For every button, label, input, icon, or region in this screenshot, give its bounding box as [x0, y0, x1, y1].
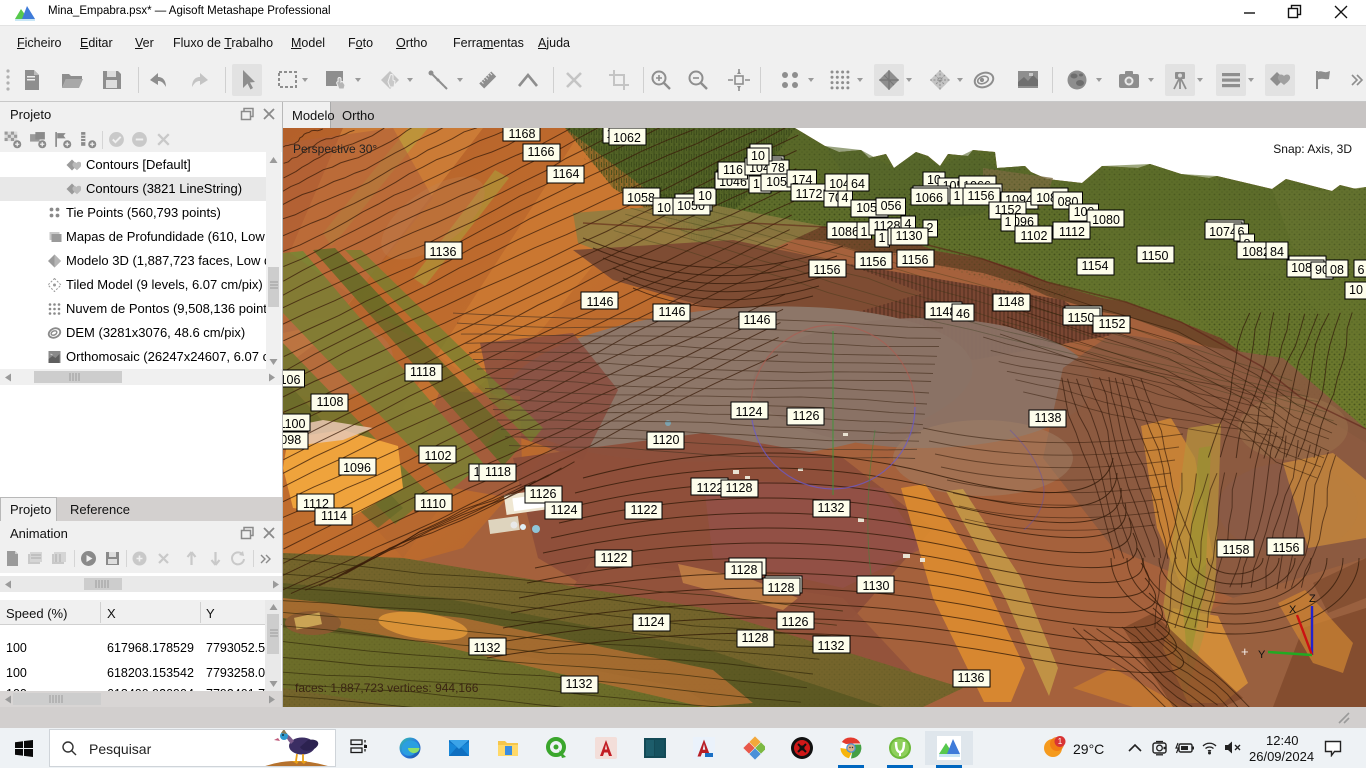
svg-text:1150: 1150	[1068, 311, 1095, 325]
svg-text:1074: 1074	[1209, 225, 1237, 239]
svg-text:Snap: Axis, 3D: Snap: Axis, 3D	[1273, 142, 1352, 156]
svg-text:78: 78	[771, 161, 785, 175]
svg-text:1132: 1132	[818, 501, 845, 515]
svg-text:1126: 1126	[793, 409, 820, 423]
svg-text:1122: 1122	[601, 551, 628, 565]
svg-text:1156: 1156	[860, 255, 887, 269]
svg-text:1124: 1124	[551, 503, 578, 517]
svg-text:1146: 1146	[659, 305, 686, 319]
svg-text:1126: 1126	[782, 615, 809, 629]
svg-text:4: 4	[842, 191, 849, 205]
svg-text:1: 1	[1005, 215, 1012, 229]
svg-text:08: 08	[1330, 263, 1344, 277]
svg-text:1086: 1086	[831, 225, 859, 239]
svg-text:1130: 1130	[863, 579, 890, 593]
svg-text:1122: 1122	[697, 481, 724, 495]
svg-text:1126: 1126	[530, 487, 557, 501]
svg-text:6: 6	[1358, 263, 1365, 277]
svg-text:1112: 1112	[1059, 225, 1085, 239]
svg-text:Perspective 30°: Perspective 30°	[293, 142, 377, 156]
svg-text:1128: 1128	[726, 481, 753, 495]
svg-text:1080: 1080	[1092, 213, 1120, 227]
svg-text:1124: 1124	[736, 405, 763, 419]
svg-text:1: 1	[861, 225, 868, 239]
svg-text:1156: 1156	[902, 253, 929, 267]
svg-text:84: 84	[1270, 245, 1284, 259]
svg-text:1132: 1132	[566, 677, 593, 691]
svg-text:1058: 1058	[627, 191, 655, 205]
svg-text:1120: 1120	[653, 433, 680, 447]
svg-text:faces: 1,887,723 vertices: 944: faces: 1,887,723 vertices: 944,166	[295, 681, 479, 695]
svg-text:1100: 1100	[283, 417, 305, 431]
svg-text:1118: 1118	[410, 365, 436, 379]
svg-text:1066: 1066	[915, 191, 943, 205]
svg-text:1122: 1122	[631, 503, 658, 517]
svg-text:1128: 1128	[742, 631, 769, 645]
svg-text:1128: 1128	[731, 563, 758, 577]
svg-text:1156: 1156	[968, 189, 995, 203]
svg-text:1102: 1102	[1021, 229, 1048, 243]
svg-text:1136: 1136	[430, 245, 457, 259]
svg-text:1168: 1168	[509, 128, 536, 141]
svg-text:X: X	[1289, 604, 1297, 616]
svg-text:1128: 1128	[768, 581, 795, 595]
svg-text:1164: 1164	[553, 167, 580, 181]
svg-text:1: 1	[879, 231, 886, 245]
svg-text:1136: 1136	[958, 671, 985, 685]
svg-text:1148: 1148	[998, 295, 1025, 309]
svg-text:10: 10	[1349, 283, 1363, 297]
svg-text:1166: 1166	[528, 145, 555, 159]
svg-text:1132: 1132	[818, 639, 845, 653]
svg-text:106: 106	[283, 373, 300, 387]
svg-text:1130: 1130	[896, 229, 923, 243]
svg-text:1096: 1096	[343, 461, 371, 475]
svg-text:1: 1	[954, 189, 961, 203]
svg-text:1118: 1118	[485, 465, 511, 479]
svg-text:1108: 1108	[317, 395, 344, 409]
svg-text:1138: 1138	[1035, 411, 1062, 425]
svg-text:1172: 1172	[796, 187, 823, 201]
svg-text:Z: Z	[1309, 593, 1316, 605]
svg-text:1156: 1156	[814, 263, 841, 277]
svg-text:10: 10	[751, 149, 765, 163]
svg-text:1062: 1062	[613, 131, 641, 145]
svg-text:+: +	[1241, 644, 1249, 659]
svg-text:056: 056	[881, 199, 902, 213]
svg-text:10: 10	[657, 201, 671, 215]
svg-text:1110: 1110	[420, 497, 446, 511]
svg-text:1158: 1158	[1223, 543, 1250, 557]
svg-text:1132: 1132	[474, 641, 501, 655]
svg-text:1152: 1152	[1099, 317, 1126, 331]
svg-text:46: 46	[956, 307, 970, 321]
svg-text:10: 10	[698, 189, 712, 203]
svg-text:1114: 1114	[321, 509, 347, 523]
svg-text:1154: 1154	[1082, 259, 1109, 273]
svg-text:1124: 1124	[638, 615, 665, 629]
svg-text:1146: 1146	[587, 295, 614, 309]
svg-text:Y: Y	[1258, 649, 1266, 661]
svg-text:64: 64	[851, 177, 865, 191]
svg-text:.098: .098	[283, 433, 301, 447]
svg-text:1150: 1150	[1142, 249, 1169, 263]
svg-text:1102: 1102	[425, 449, 452, 463]
svg-text:1156: 1156	[1273, 541, 1300, 555]
svg-text:1146: 1146	[744, 313, 771, 327]
svg-text:1: 1	[1058, 737, 1063, 746]
svg-text:116: 116	[723, 163, 743, 177]
